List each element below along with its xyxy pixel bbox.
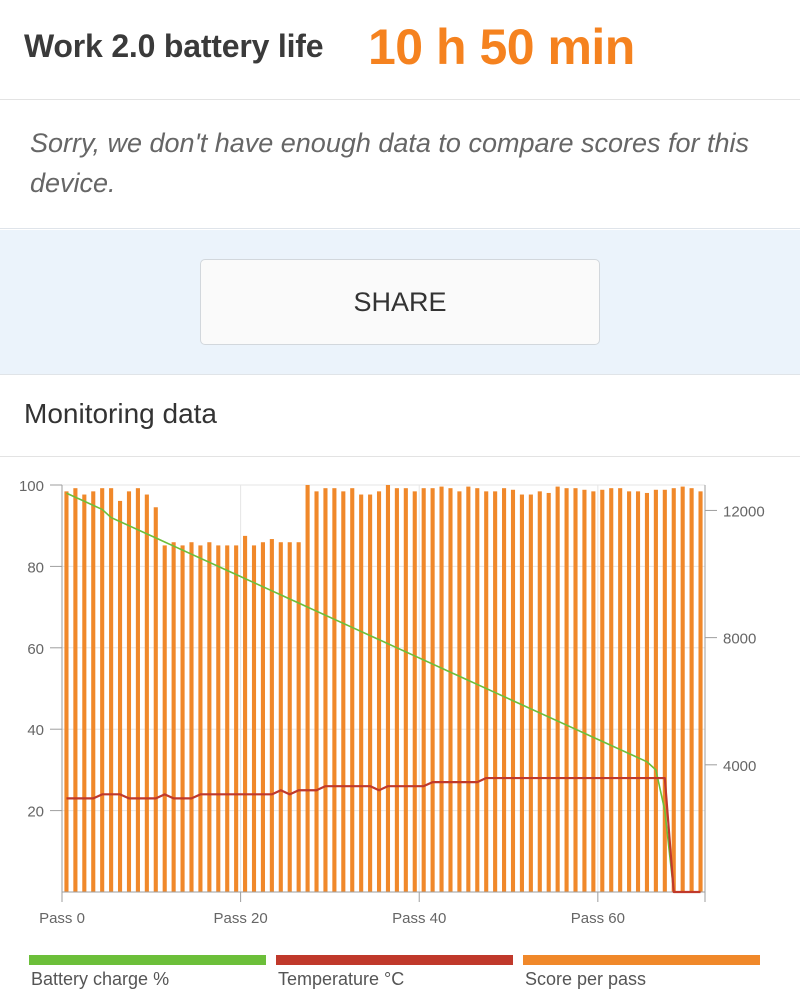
monitoring-header: Monitoring data	[0, 375, 800, 457]
legend-swatch-temperature	[276, 955, 513, 965]
legend-item-temperature: Temperature °C	[276, 955, 513, 995]
monitoring-card: Monitoring data	[0, 374, 800, 999]
legend-swatch-score	[523, 955, 760, 965]
legend-item-score: Score per pass	[523, 955, 760, 995]
test-title: Work 2.0 battery life	[24, 28, 324, 64]
battery-life-value: 10 h 50 min	[368, 19, 635, 75]
comparison-message-card: Sorry, we don't have enough data to comp…	[0, 101, 800, 229]
legend-swatch-battery	[29, 955, 266, 965]
comparison-message: Sorry, we don't have enough data to comp…	[30, 128, 750, 198]
legend-label-temperature: Temperature °C	[278, 969, 405, 989]
legend-label-score: Score per pass	[525, 969, 647, 989]
legend-label-battery: Battery charge %	[31, 969, 170, 989]
legend-item-battery: Battery charge %	[29, 955, 266, 995]
share-button[interactable]: SHARE	[200, 259, 600, 345]
result-header: Work 2.0 battery life 10 h 50 min	[0, 0, 800, 100]
share-section: SHARE	[0, 230, 800, 374]
monitoring-title: Monitoring data	[24, 398, 218, 429]
